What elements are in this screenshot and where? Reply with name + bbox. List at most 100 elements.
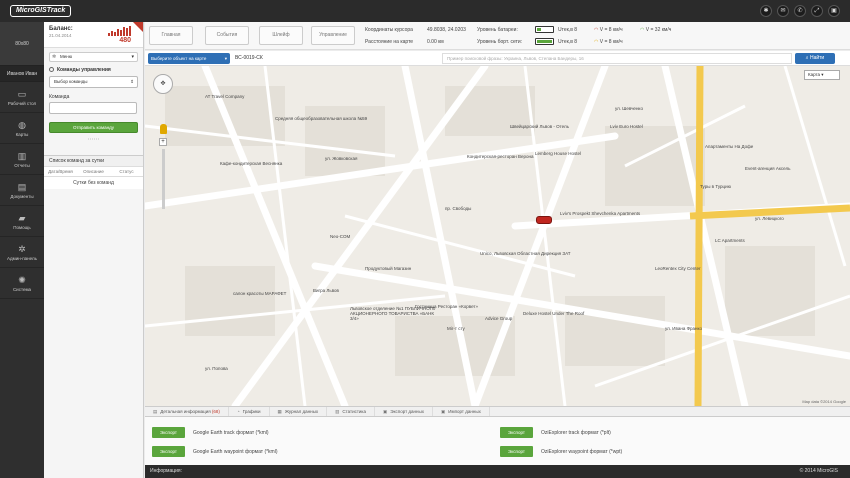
- map-label: салон красоты МАРАФЕТ: [233, 291, 287, 296]
- map-label: LeoRentex City Center: [655, 266, 701, 271]
- status-bar: Информация: © 2014 MicroGIS: [145, 465, 850, 478]
- top-icons: ✱ ✉ ✆ ⤢ ▣: [760, 5, 840, 17]
- map-label: пр. Свободы: [445, 206, 472, 211]
- export-row: Экспорт OziExplorer waypoint формат (*wp…: [500, 446, 622, 457]
- balance-chart-icon: [108, 26, 131, 36]
- nav-item-documents[interactable]: ▤ Документы: [0, 175, 44, 206]
- map-label: Туры в Турцию: [700, 184, 731, 189]
- command-input[interactable]: [49, 102, 137, 114]
- battery-icon: [535, 26, 554, 33]
- tab-main[interactable]: Главная: [149, 26, 193, 45]
- main-toolbar: Главная События Шлейф Управление Координ…: [145, 22, 850, 50]
- user-name[interactable]: Иванов Иван: [0, 66, 44, 82]
- radio-icon[interactable]: [49, 67, 54, 72]
- onboard-battery-icon: [535, 38, 554, 45]
- map-label: Средняя общеобразовательная школа №59: [275, 116, 368, 121]
- fullscreen-icon[interactable]: ⤢: [811, 5, 823, 17]
- address-search-input[interactable]: Пример поисковой фразы: Украина, Львов, …: [442, 53, 792, 64]
- speed-2: ◠ V = 32 км/ч: [640, 27, 672, 33]
- tab-charts[interactable]: ◔ Графики: [229, 407, 270, 416]
- resize-grip-icon[interactable]: ⋯⋯: [44, 136, 143, 143]
- lock-icon[interactable]: ▣: [828, 5, 840, 17]
- menu-select[interactable]: ✲ Меню ▾: [49, 52, 138, 62]
- chart-icon: ◔: [236, 409, 240, 414]
- avatar[interactable]: 80x80: [0, 22, 44, 66]
- mail-icon[interactable]: ✉: [777, 5, 789, 17]
- close-corner-icon[interactable]: [133, 22, 143, 32]
- map-label: Апартаменты На Дофе: [705, 144, 754, 149]
- nav-item-admin[interactable]: ✲ Админ-панель: [0, 237, 44, 268]
- tab-trail[interactable]: Шлейф: [259, 26, 303, 45]
- gear-icon: ✲: [52, 54, 57, 60]
- nav-item-help[interactable]: ▰ Помощь: [0, 206, 44, 237]
- detail-count: (68): [211, 409, 220, 414]
- onboard-value: Uтек,в 8: [558, 39, 578, 45]
- settings-icon[interactable]: ✱: [760, 5, 772, 17]
- nav-item-reports[interactable]: ▥ Отчеты: [0, 144, 44, 175]
- nav-item-maps[interactable]: ◍ Карты: [0, 113, 44, 144]
- map-type-select[interactable]: Карта ▾: [804, 70, 840, 80]
- distance-label: Расстояние на карте: [365, 39, 414, 45]
- send-command-button[interactable]: Отправить команду: [49, 122, 138, 133]
- export-format: Google Earth track формат (*kml): [193, 429, 269, 436]
- zoom-in-icon[interactable]: +: [159, 138, 167, 146]
- gear-icon: ✲: [18, 243, 26, 254]
- map-label: ул. Ивана Франко: [665, 326, 703, 331]
- document-icon: ▤: [17, 181, 27, 192]
- export-button[interactable]: Экспорт: [500, 446, 533, 457]
- map-label: AT Travel Company: [205, 94, 245, 99]
- export-button[interactable]: Экспорт: [152, 446, 185, 457]
- vehicle-marker-icon[interactable]: [536, 216, 552, 224]
- tab-events[interactable]: События: [205, 26, 249, 45]
- chat-icon: ▰: [18, 212, 26, 223]
- export-button[interactable]: Экспорт: [152, 427, 185, 438]
- map-label: Кафе-кондитерская Веснянка: [220, 161, 283, 166]
- battery-label: Уровень батареи:: [477, 27, 518, 33]
- column-status[interactable]: Статус: [110, 167, 143, 176]
- map-view[interactable]: AT Travel Company Средняя общеобразовате…: [145, 66, 850, 406]
- map-label: Кондитерская-ресторан Верона: [467, 154, 534, 159]
- map-copyright: Map data ©2014 Google: [802, 399, 846, 404]
- nav-item-system[interactable]: ✺ Система: [0, 268, 44, 299]
- object-select[interactable]: Выберите объект на карте ▾: [148, 53, 230, 64]
- tab-detailed-info[interactable]: ▤ Детальная информация (68): [145, 407, 229, 416]
- map-label: ул. Левицкого: [755, 216, 784, 221]
- pan-control-icon[interactable]: ✥: [153, 74, 173, 94]
- find-button[interactable]: ⌕ Найти: [795, 53, 835, 64]
- tab-import-data[interactable]: ▣ Импорт данных: [433, 407, 490, 416]
- export-button[interactable]: Экспорт: [500, 427, 533, 438]
- monitor-icon: ▭: [17, 88, 27, 99]
- command-list: Список команд за сутки Дата/Время Описан…: [44, 155, 143, 189]
- map-streets: [145, 66, 850, 406]
- export-format: OziExplorer waypoint формат (*wpt): [541, 448, 623, 455]
- left-navigation: 80x80 Иванов Иван ▭ Рабочий стол ◍ Карты ▥…: [0, 22, 44, 478]
- map-label: Event-агенция Аксель: [745, 166, 791, 171]
- zoom-control[interactable]: +: [159, 138, 167, 228]
- tab-statistics[interactable]: ▥ Статистика: [327, 407, 375, 416]
- column-datetime[interactable]: Дата/Время: [44, 167, 77, 176]
- command-label: Команда: [49, 94, 70, 100]
- street-view-icon[interactable]: [160, 124, 167, 134]
- bar-chart-icon: ▥: [17, 150, 27, 161]
- export-panel: Экспорт Google Earth track формат (*kml)…: [145, 417, 850, 465]
- column-description[interactable]: Описание: [77, 167, 110, 176]
- balance-widget: Баланс: 21.04.2014 480: [44, 22, 143, 48]
- tab-data-log[interactable]: ▦ Журнал данных: [270, 407, 328, 416]
- app-logo[interactable]: MicroGISTrack: [10, 5, 72, 17]
- bottom-tabs: ▤ Детальная информация (68) ◔ Графики ▦ Жур…: [145, 406, 850, 417]
- balance-value: 480: [119, 37, 131, 44]
- battery-value: Uтек,в 8: [558, 27, 578, 33]
- nav-item-desktop[interactable]: ▭ Рабочий стол: [0, 82, 44, 113]
- speed-3: ◠ V = 8 км/ч: [594, 39, 623, 45]
- map-label: Гостиница Ресторан «Корвет»: [415, 304, 478, 309]
- import-icon: ▣: [441, 409, 446, 414]
- tab-control[interactable]: Управление: [311, 26, 355, 45]
- telemetry-info: Координаты курсора 49.8038, 24.0203 Уров…: [365, 24, 686, 48]
- command-select[interactable]: Выбор команды ⇕: [49, 76, 138, 88]
- phone-icon[interactable]: ✆: [794, 5, 806, 17]
- zoom-slider[interactable]: [161, 149, 165, 209]
- list-icon: ▤: [153, 409, 158, 414]
- tab-export-data[interactable]: ▣ Экспорт данных: [375, 407, 433, 416]
- map-label: Advice Group: [485, 316, 513, 321]
- export-format: OziExplorer track формат (*plt): [541, 429, 611, 436]
